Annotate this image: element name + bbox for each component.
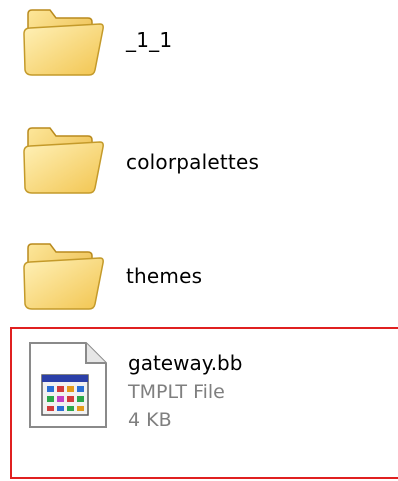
folder-item-colorpalettes[interactable]: colorpalettes: [0, 118, 398, 218]
folder-name[interactable]: _1_1: [126, 28, 172, 52]
folder-name[interactable]: colorpalettes: [126, 150, 259, 174]
file-name[interactable]: gateway.bb: [128, 351, 242, 375]
folder-name[interactable]: themes: [126, 264, 202, 288]
file-size-label: 4 KB: [128, 409, 172, 431]
template-file-icon: [26, 341, 110, 431]
folder-icon: [20, 0, 106, 80]
folder-icon: [20, 118, 106, 198]
file-type-label: TMPLT File: [128, 381, 225, 403]
folder-item-themes[interactable]: themes: [0, 234, 398, 334]
file-list-view: _1_1 colorpalettes themes gateway.bb TMP…: [0, 0, 398, 481]
folder-icon: [20, 234, 106, 314]
folder-item-1-1[interactable]: _1_1: [0, 0, 398, 100]
file-item-gateway-bb[interactable]: gateway.bb TMPLT File 4 KB: [10, 327, 398, 479]
